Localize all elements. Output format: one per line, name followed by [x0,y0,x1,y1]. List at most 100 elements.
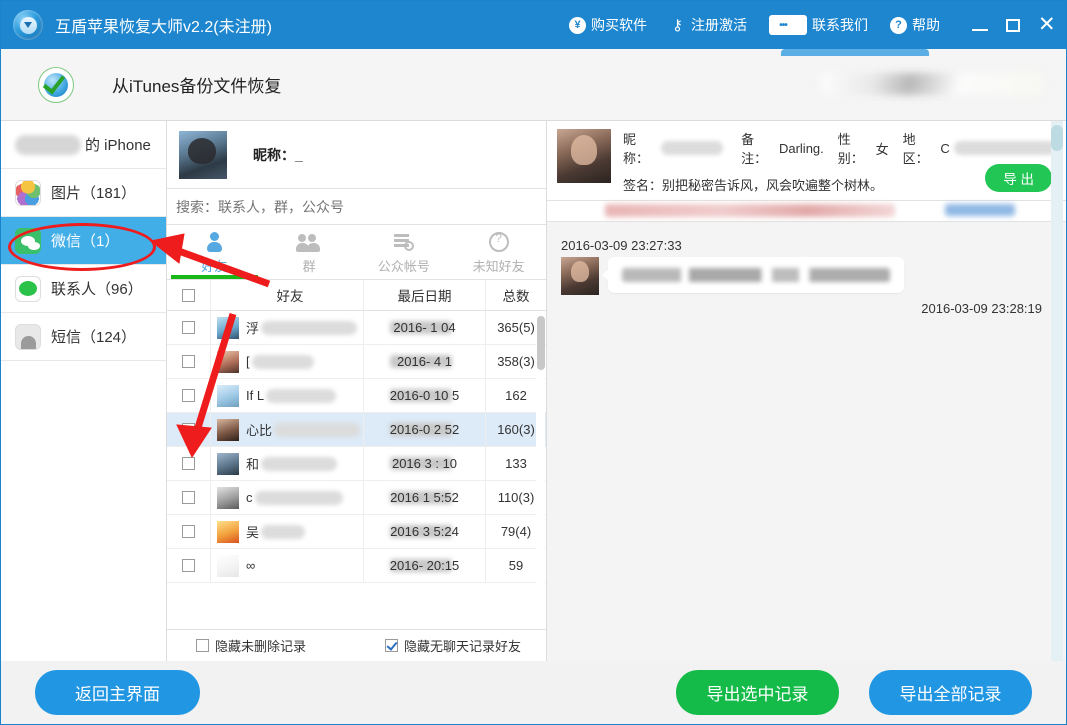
search-bar[interactable] [167,189,546,225]
unknown-friend-icon [488,231,509,252]
row-checkbox[interactable] [182,525,195,538]
table-row[interactable]: 吴 2016 3 5:24 79(4) [167,515,546,549]
menu-item-help[interactable]: ? 帮助 [890,15,940,35]
menu-item-contact-label: 联系我们 [812,17,868,33]
tab-friends[interactable]: 好友 [167,225,262,279]
friend-tabs: 好友 群 公众帐号 未知好友 [167,225,546,280]
redacted-contact-nickname [660,141,724,155]
contact-info-header: 昵称： 备注： Darling. 性别： 女 地区： C 签名：别把秘密告诉风，… [547,121,1066,201]
row-friend-name: If L [246,388,265,403]
app-title: 互盾苹果恢复大师v2.2(未注册) [55,19,272,36]
sidebar-item-wechat[interactable]: 微信（1） [1,217,166,265]
back-to-main-button[interactable]: 返回主界面 [35,670,200,715]
window-controls: ✕ [972,14,1056,35]
row-checkbox[interactable] [182,321,195,334]
redacted-message-text [622,268,890,282]
column-header-friend: 好友 [210,280,363,310]
sidebar-device-label: 的 iPhone [85,137,151,154]
friend-list-panel: 昵称：_ 好友 群 公众帐号 [167,121,547,661]
main-body: 的 iPhone 图片（181） 微信（1） 联系人（96） 短信（124） 昵… [1,121,1066,661]
option-hide-undeleted[interactable]: 隐藏未删除记录 [196,636,306,655]
export-all-button[interactable]: 导出全部记录 [869,670,1032,715]
sidebar-item-contacts-label: 联系人（96） [51,281,143,298]
option-hide-no-chat-label: 隐藏无聊天记录好友 [404,639,522,654]
table-row[interactable]: c 2016 1 5:52 110(3) [167,481,546,515]
contact-nickname-label: 昵称： [623,132,650,166]
hide-undeleted-checkbox[interactable] [196,639,209,652]
minimize-button[interactable] [972,19,988,31]
tab-groups[interactable]: 群 [262,225,357,279]
contact-signature-value: 别把秘密告诉风，风会吹遍整个树林。 [662,178,884,193]
contact-signature-label: 签名： [623,178,663,193]
row-checkbox[interactable] [182,491,195,504]
row-checkbox[interactable] [182,423,195,436]
row-friend-name: [ [246,354,250,369]
row-checkbox[interactable] [182,355,195,368]
table-row[interactable]: [2016- 4 1 358(3) [167,345,546,379]
select-all-checkbox[interactable] [182,288,195,302]
hide-no-chat-checkbox[interactable] [385,639,399,652]
search-input[interactable] [176,198,546,215]
tab-friends-label: 好友 [201,258,228,274]
table-body: 浮 2016- 1 04 365(5)[2016- 4 1 358(3) If L 201… [167,311,546,583]
menu-item-buy-label: 购买软件 [591,17,647,33]
contact-gender-value: 女 [875,141,889,157]
sidebar-item-sms[interactable]: 短信（124） [1,313,166,361]
chat-scrollbar-track[interactable] [1051,121,1063,661]
table-row[interactable]: ∞ 2016- 20:15 59 [167,549,546,583]
group-icon [296,232,321,252]
table-row[interactable]: 心比 2016-0 2 52 160(3) [167,413,546,447]
sidebar-item-contacts[interactable]: 联系人（96） [1,265,166,313]
sms-icon [15,323,41,350]
row-friend-name: c [246,490,253,505]
tab-official-accounts[interactable]: 公众帐号 [357,225,452,279]
message-bubble[interactable] [602,257,904,293]
table-row[interactable]: 和 2016 3 : 10 133 [167,447,546,481]
row-friend-name: 吴 [246,525,260,540]
chat-bubble-icon: ••• [769,15,807,35]
redacted-subheader-link [945,204,1015,216]
page-header: 从iTunes备份文件恢复 [1,49,1066,121]
redacted-friend-name [261,456,338,471]
redacted-contact-region [953,141,1056,155]
option-hide-no-chat[interactable]: 隐藏无聊天记录好友 [385,636,521,655]
row-checkbox[interactable] [182,389,195,402]
export-selected-button[interactable]: 导出选中记录 [676,670,839,715]
maximize-button[interactable] [1006,18,1020,32]
table-row[interactable]: If L 2016-0 10 5 162 [167,379,546,413]
message-avatar [561,257,599,295]
table-scrollbar-thumb[interactable] [537,316,545,370]
message-row [561,257,1042,295]
redacted-friend-name [274,422,361,437]
export-contact-button[interactable]: 导 出 [985,164,1052,192]
menu-item-contact[interactable]: ••• 联系我们 [769,15,868,35]
row-last-date: 2016-0 10 5 [363,379,485,412]
photos-icon [15,179,41,206]
table-footer-options: 隐藏未删除记录 隐藏无聊天记录好友 [167,629,546,661]
menu-item-buy[interactable]: ¥ 购买软件 [569,15,647,35]
tab-unknown-friends[interactable]: 未知好友 [451,225,546,279]
contact-remark-value: Darling. [778,140,824,156]
row-checkbox[interactable] [182,457,195,470]
tab-groups-label: 群 [302,258,316,274]
row-last-date: 2016 1 5:52 [363,481,485,514]
contact-remark-label: 备注： [741,132,768,166]
menu-item-register[interactable]: ⚷ 注册激活 [669,15,747,35]
friend-table: 好友 最后日期 总数 浮 2016- 1 04 365(5)[2016- 4 1 35… [167,280,546,629]
sidebar-item-photos[interactable]: 图片（181） [1,169,166,217]
row-avatar [217,316,239,339]
question-circle-icon: ? [890,16,907,34]
column-header-total: 总数 [485,280,546,310]
chat-scrollbar-thumb[interactable] [1051,125,1063,151]
titlebar-menu: ¥ 购买软件 ⚷ 注册激活 ••• 联系我们 ? 帮助 ✕ [569,14,1066,35]
tab-unknown-friends-label: 未知好友 [472,258,525,274]
redacted-friend-name [261,320,358,335]
table-row[interactable]: 浮 2016- 1 04 365(5) [167,311,546,345]
table-header-row: 好友 最后日期 总数 [167,280,546,311]
close-button[interactable]: ✕ [1038,14,1056,35]
contact-meta-row: 昵称： 备注： Darling. 性别： 女 地区： C [623,129,1056,167]
row-checkbox[interactable] [182,559,195,572]
title-bar: 互盾苹果恢复大师v2.2(未注册) ¥ 购买软件 ⚷ 注册激活 ••• 联系我们… [1,1,1066,49]
row-last-date: 2016- 4 1 [363,345,485,378]
redacted-friend-name [261,524,306,539]
